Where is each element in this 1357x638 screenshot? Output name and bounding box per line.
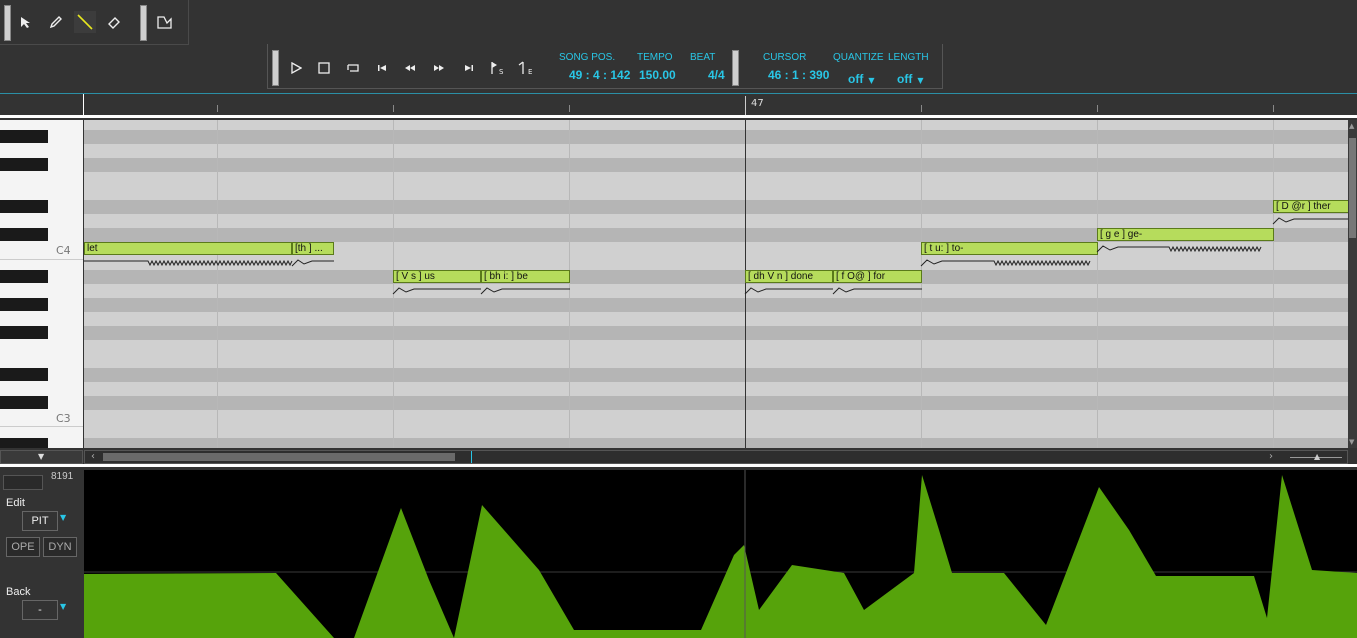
tempo-label: TEMPO <box>637 52 673 63</box>
playhead-marker <box>471 451 472 463</box>
chevron-down-icon[interactable]: ▼ <box>60 602 66 611</box>
scroll-right-icon[interactable]: › <box>1269 451 1273 462</box>
quantize-label: QUANTIZE <box>833 52 884 63</box>
rewind-icon[interactable] <box>399 58 421 78</box>
transport-bar: S E SONG POS. 49 : 4 : 142 TEMPO 150.00 … <box>267 44 943 89</box>
go-to-start-icon[interactable] <box>371 58 393 78</box>
piano-roll-grid[interactable]: let [th ] ... [ V s ] us [ bh i: ] be [ … <box>84 120 1348 448</box>
zoom-slider-thumb[interactable]: ▲ <box>1314 452 1320 461</box>
scroll-left-icon[interactable]: ‹ <box>91 451 95 462</box>
line-tool-icon[interactable] <box>74 11 96 33</box>
pitch-bend-graph[interactable] <box>84 470 1357 638</box>
chevron-down-icon: ▼ <box>917 76 924 85</box>
vibrato-curves <box>84 217 1348 295</box>
transport-grip-2[interactable] <box>732 50 739 86</box>
key-label-c3: C3 <box>56 412 71 425</box>
song-pos-label: SONG POS. <box>559 52 616 63</box>
toolbar-grip-2[interactable] <box>140 5 147 41</box>
measure-line <box>745 96 746 116</box>
beat-value[interactable]: 4/4 <box>708 68 725 82</box>
vertical-scrollbar[interactable]: ▲ ▼ <box>1348 120 1357 448</box>
length-dropdown[interactable]: off ▼ <box>897 68 924 87</box>
cursor-value: 46 : 1 : 390 <box>768 68 830 82</box>
quantize-value: off <box>848 72 864 86</box>
ope-button[interactable]: OPE <box>6 537 40 557</box>
svg-text:E: E <box>528 68 532 76</box>
pitch-bend-curve <box>84 470 1357 638</box>
measure-number: 47 <box>751 98 764 109</box>
pane-divider[interactable] <box>0 464 1357 467</box>
horizontal-scrollbar[interactable]: ‹ › ▲ <box>84 450 1348 464</box>
dyn-button[interactable]: DYN <box>43 537 77 557</box>
go-to-end-icon[interactable] <box>458 58 480 78</box>
transport-grip[interactable] <box>272 50 279 86</box>
edit-label: Edit <box>6 497 25 509</box>
piano-keyboard[interactable]: C4 C3 <box>0 120 83 448</box>
track-select-dropdown[interactable]: ▼ <box>0 450 83 464</box>
curve-tool-icon[interactable] <box>154 11 176 33</box>
horizontal-scroll-thumb[interactable] <box>103 453 455 461</box>
timeline-ruler[interactable]: 47 <box>0 93 1357 118</box>
eraser-tool-icon[interactable] <box>103 11 125 33</box>
loop-icon[interactable] <box>342 58 364 78</box>
toolbar-grip[interactable] <box>4 5 11 41</box>
control-track-panel: 8191 Edit PIT ▼ OPE DYN Back - ▼ <box>0 468 83 638</box>
beat-label: BEAT <box>690 52 716 63</box>
scroll-up-icon[interactable]: ▲ <box>1349 122 1354 130</box>
stop-icon[interactable] <box>313 58 335 78</box>
chevron-down-icon: ▼ <box>38 452 45 461</box>
arrow-tool-icon[interactable] <box>15 11 37 33</box>
edit-param-select[interactable]: PIT <box>22 511 58 531</box>
tool-palette <box>0 0 189 45</box>
value-box[interactable] <box>3 475 43 490</box>
chevron-down-icon: ▼ <box>868 76 875 85</box>
svg-text:S: S <box>499 68 504 76</box>
length-label: LENGTH <box>888 52 929 63</box>
key-label-c4: C4 <box>56 244 71 257</box>
chevron-down-icon[interactable]: ▼ <box>60 513 66 522</box>
song-pos-value: 49 : 4 : 142 <box>569 68 631 82</box>
ruler-bottom-border <box>0 115 1357 118</box>
back-param-select[interactable]: - <box>22 600 58 620</box>
quantize-dropdown[interactable]: off ▼ <box>848 68 875 87</box>
max-value: 8191 <box>51 471 74 482</box>
pencil-tool-icon[interactable] <box>45 11 67 33</box>
end-marker-icon[interactable]: E <box>515 58 537 78</box>
vertical-scroll-thumb[interactable] <box>1349 138 1356 238</box>
length-value: off <box>897 72 913 86</box>
cursor-label: CURSOR <box>763 52 807 63</box>
play-icon[interactable] <box>285 58 307 78</box>
back-label: Back <box>6 586 31 598</box>
start-marker-icon[interactable]: S <box>486 58 508 78</box>
tempo-value[interactable]: 150.00 <box>639 68 676 82</box>
fast-forward-icon[interactable] <box>428 58 450 78</box>
scroll-down-icon[interactable]: ▼ <box>1349 438 1354 446</box>
